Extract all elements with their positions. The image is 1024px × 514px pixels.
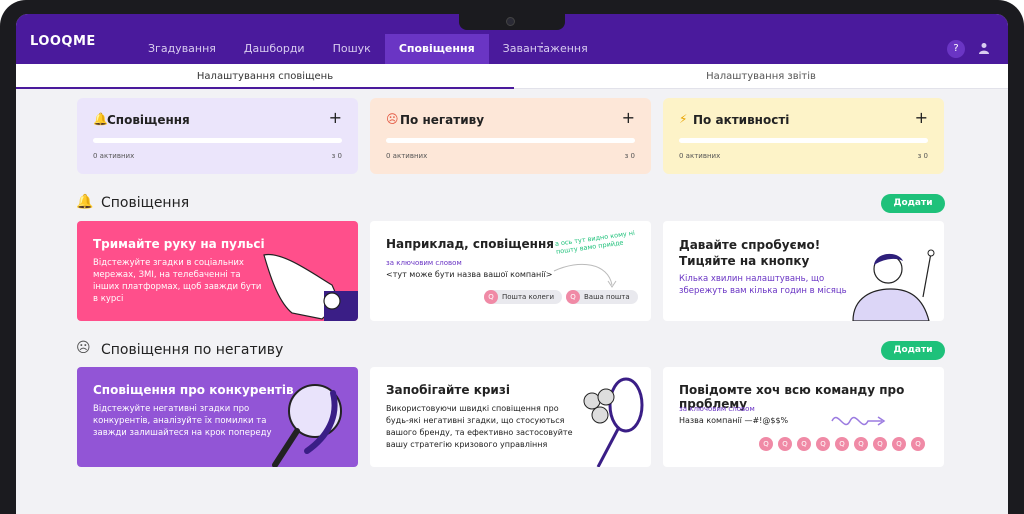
- keyword-label: за ключовим словом: [679, 405, 755, 413]
- q-icon: Q: [854, 437, 868, 451]
- user-icon[interactable]: [978, 42, 990, 54]
- squiggle-arrow-icon: [831, 416, 886, 426]
- card-notify-team: Повідомте хоч всю команду про проблему з…: [663, 367, 944, 467]
- keyword-value: Назва компанії —#!@$$%: [679, 416, 789, 425]
- summary-card-notifications: 🔔 Сповіщення + 0 активних з 0: [77, 98, 358, 174]
- camera-icon: [506, 17, 515, 26]
- q-icon: Q: [835, 437, 849, 451]
- settings-tabs: Налаштування сповіщень Налаштування звіт…: [16, 64, 1008, 89]
- section-title-negative: Сповіщення по негативу: [101, 342, 284, 358]
- q-icon: Q: [797, 437, 811, 451]
- hand-watch-illustration: [263, 253, 358, 321]
- app-screen: LOOQME Згадування Дашборди Пошук Сповіще…: [16, 14, 1008, 514]
- keyword-value: <тут може бути назва вашої компанії>: [386, 270, 553, 279]
- card-pulse[interactable]: Тримайте руку на пульсі Відстежуйте згад…: [77, 221, 358, 321]
- sad-face-icon: ☹: [76, 340, 91, 356]
- add-button[interactable]: Додати: [881, 341, 945, 360]
- add-activity-icon[interactable]: +: [915, 108, 928, 127]
- chip-your-email: Q Ваша пошта: [566, 290, 638, 304]
- q-icon: Q: [892, 437, 906, 451]
- card-prevent-crisis: Запобігайте кризі Використовуючи швидкі …: [370, 367, 651, 467]
- card-title: Запобігайте кризі: [386, 383, 510, 397]
- progress-bar: [679, 138, 928, 143]
- card-text: Відстежуйте негативні згадки про конкурен…: [93, 404, 272, 438]
- bell-icon: 🔔: [76, 194, 94, 210]
- device-notch: [459, 14, 565, 30]
- progress-bar: [386, 138, 635, 143]
- logo[interactable]: LOOQME: [30, 34, 96, 49]
- q-icon: Q: [816, 437, 830, 451]
- total-count: з 0: [917, 152, 928, 160]
- main-nav: Згадування Дашборди Пошук Сповіщення Зав…: [134, 34, 602, 64]
- tab-report-settings[interactable]: Налаштування звітів: [514, 64, 1008, 89]
- q-icon: Q: [484, 290, 498, 304]
- more-menu-icon[interactable]: ⋮: [536, 40, 548, 54]
- summary-card-title: По негативу: [400, 113, 485, 127]
- active-count: 0 активних: [679, 152, 721, 160]
- q-icon: Q: [566, 290, 580, 304]
- summary-card-title: Сповіщення: [107, 113, 190, 127]
- total-count: з 0: [624, 152, 635, 160]
- nav-dashboards[interactable]: Дашборди: [230, 34, 319, 64]
- total-count: з 0: [331, 152, 342, 160]
- progress-bar: [93, 138, 342, 143]
- card-title: Сповіщення про конкурентів: [93, 383, 294, 397]
- q-icon: Q: [759, 437, 773, 451]
- summary-card-negative: ☹ По негативу + 0 активних з 0: [370, 98, 651, 174]
- card-example: Наприклад, сповіщення за ключовим словом…: [370, 221, 651, 321]
- card-try[interactable]: Давайте спробуємо! Тицяйте на кнопку Кіл…: [663, 221, 944, 321]
- add-negative-icon[interactable]: +: [622, 108, 635, 127]
- q-icon: Q: [873, 437, 887, 451]
- keyword-label: за ключовим словом: [386, 259, 462, 267]
- bell-icon: 🔔: [93, 112, 108, 126]
- summary-card-title: По активності: [693, 113, 790, 127]
- summary-card-activity: ⚡ По активності + 0 активних з 0: [663, 98, 944, 174]
- nav-notifications[interactable]: Сповіщення: [384, 34, 489, 64]
- nav-mentions[interactable]: Згадування: [134, 34, 230, 64]
- handwritten-note: а ось тут видно кому ні пошту вамо прийд…: [554, 228, 636, 256]
- active-count: 0 активних: [386, 152, 428, 160]
- q-icon: Q: [778, 437, 792, 451]
- card-title: Тримайте руку на пульсі: [93, 237, 265, 251]
- card-title: Наприклад, сповіщення: [386, 237, 554, 251]
- card-text: Кілька хвилин налаштувань, що збережуть в…: [679, 274, 847, 296]
- nav-search[interactable]: Пошук: [319, 34, 385, 64]
- q-icon: Q: [911, 437, 925, 451]
- net-catching-illustration: [583, 377, 644, 467]
- chip-colleague-email: Q Пошта колеги: [484, 290, 563, 304]
- sad-face-icon: ☹: [386, 112, 399, 126]
- magnifier-illustration: [272, 384, 342, 467]
- card-text: Використовуючи швидкі сповіщення про будь…: [386, 404, 573, 449]
- arrow-doodle: [553, 263, 617, 288]
- card-text: Відстежуйте згадки в соціальних мережах, …: [93, 258, 262, 304]
- tab-notification-settings[interactable]: Налаштування сповіщень: [16, 64, 514, 89]
- section-title-notifications: Сповіщення: [101, 195, 190, 211]
- card-competitors[interactable]: Сповіщення про конкурентів Відстежуйте н…: [77, 367, 358, 467]
- add-button[interactable]: Додати: [881, 194, 945, 213]
- active-count: 0 активних: [93, 152, 135, 160]
- person-pointing-illustration: [852, 249, 935, 321]
- lightning-icon: ⚡: [679, 112, 688, 126]
- add-notification-icon[interactable]: +: [329, 108, 342, 127]
- help-icon[interactable]: ?: [947, 40, 965, 58]
